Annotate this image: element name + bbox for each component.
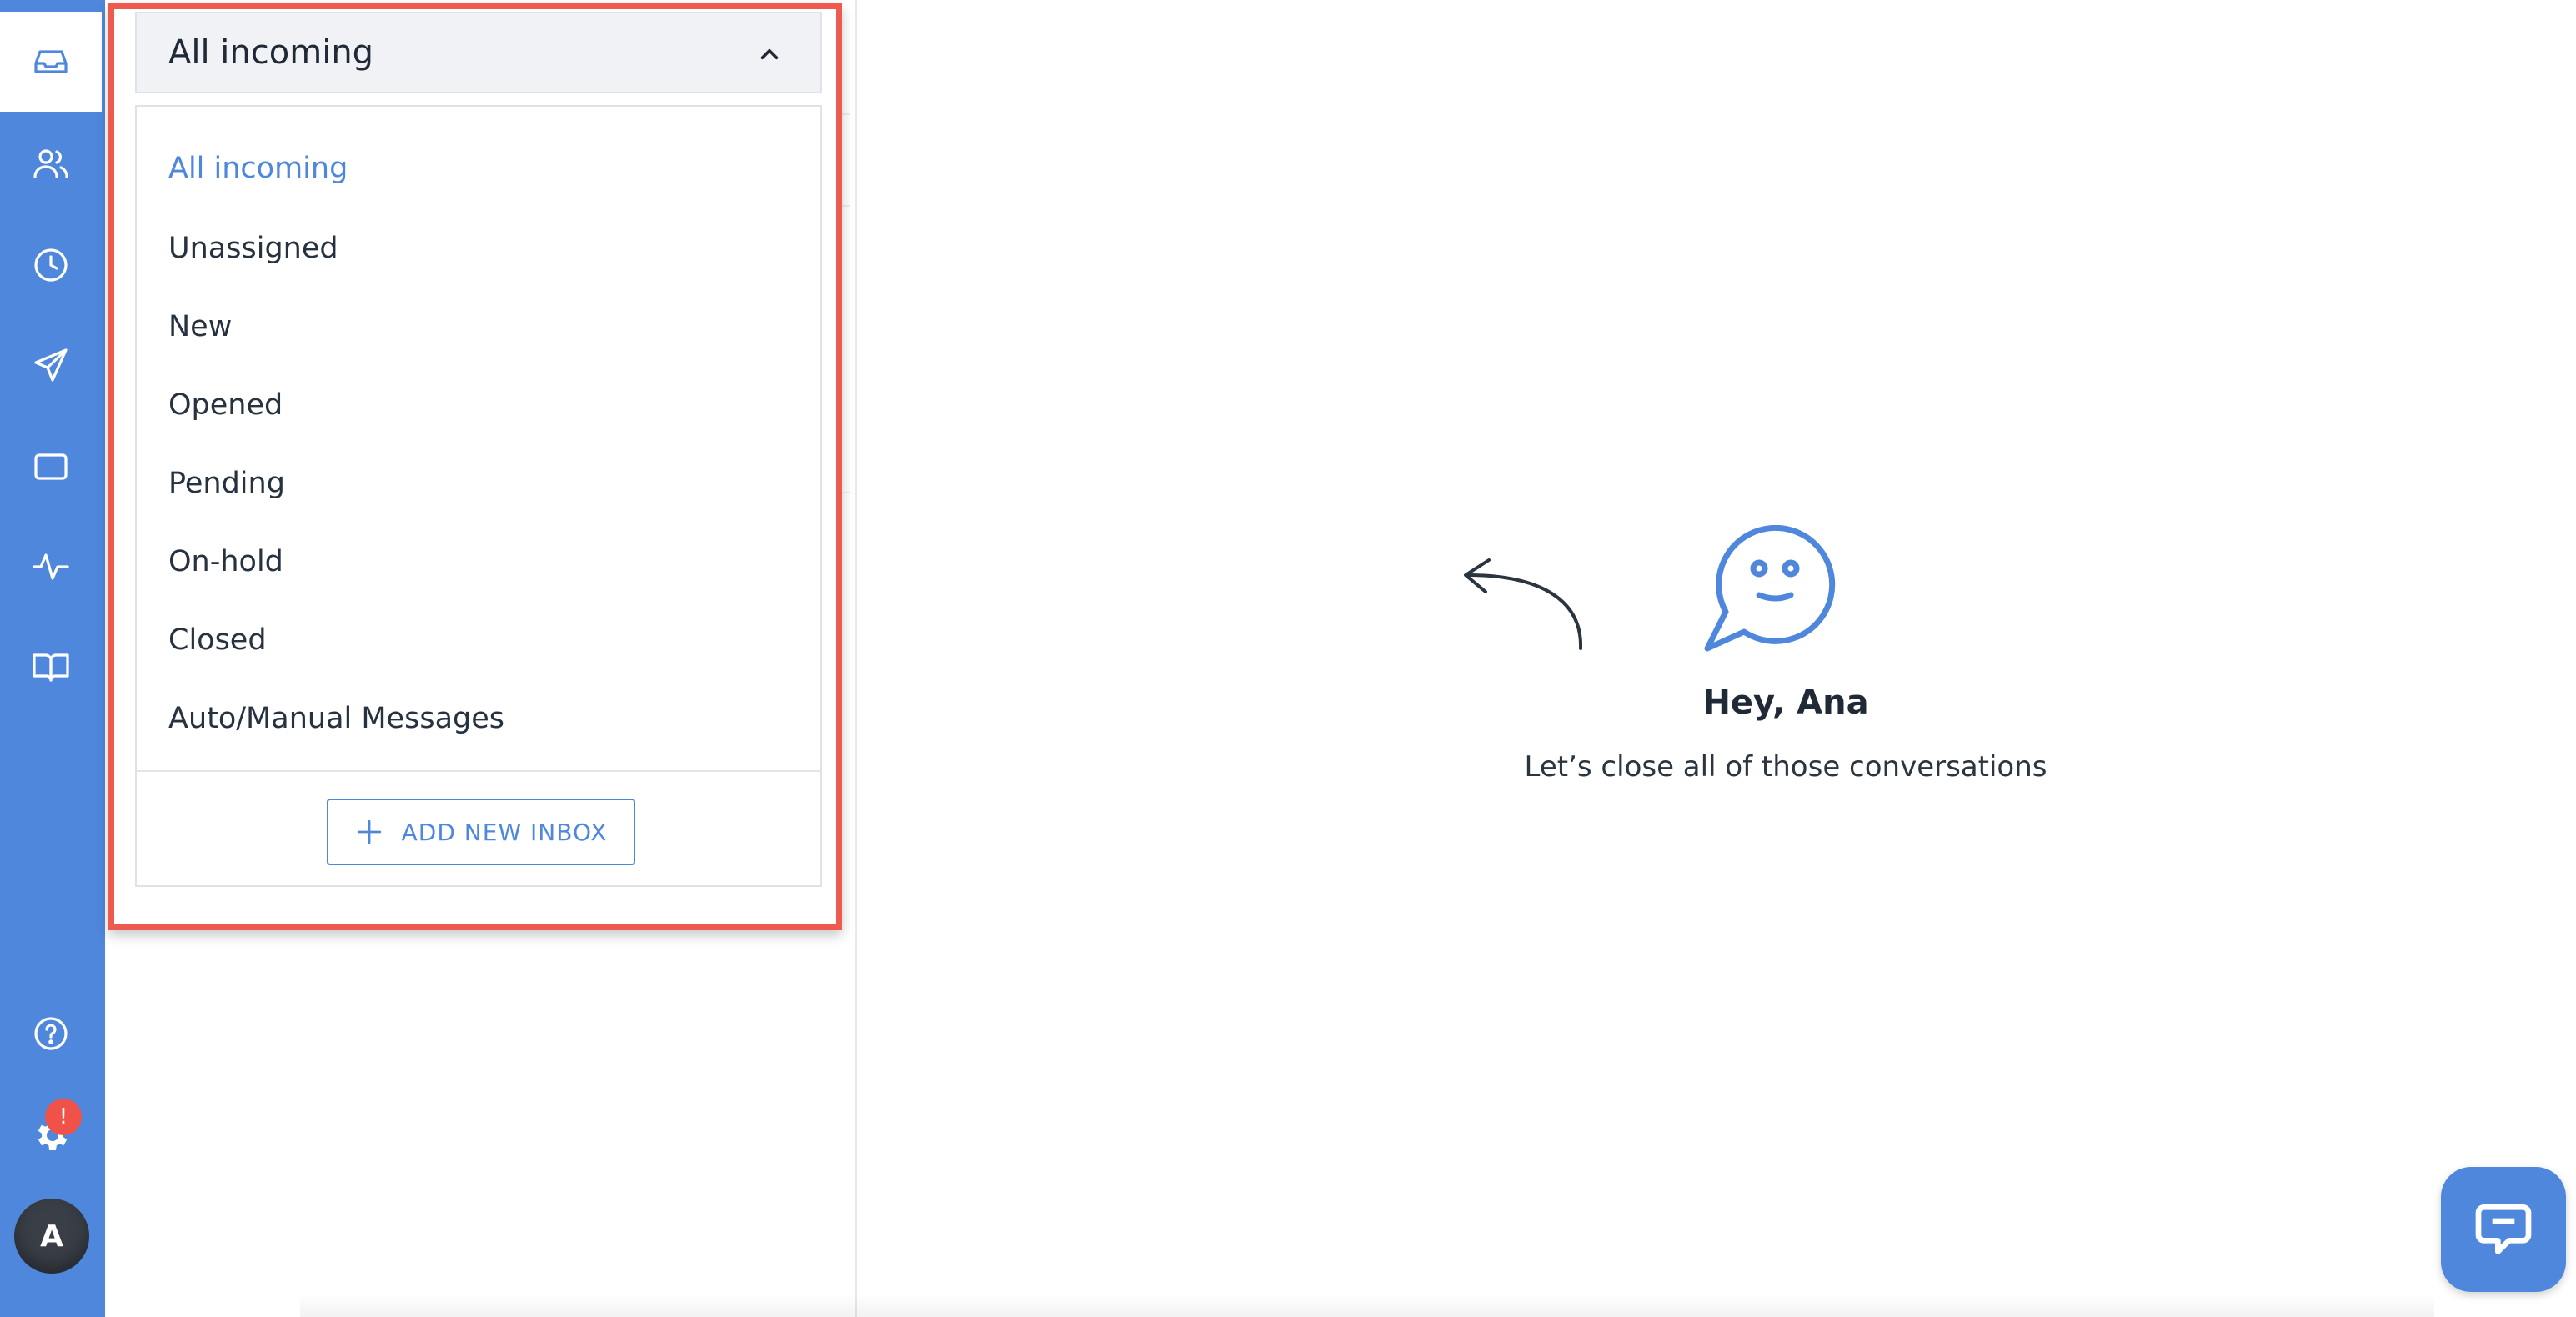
inbox-option-auto-manual-messages[interactable]: Auto/Manual Messages bbox=[168, 694, 504, 744]
inbox-option-unassigned[interactable]: Unassigned bbox=[168, 223, 338, 273]
inbox-dropdown-menu: All incoming Unassigned New Opened Pendi… bbox=[135, 105, 822, 887]
send-icon bbox=[34, 348, 68, 382]
help-icon bbox=[34, 1017, 68, 1050]
curved-arrow-icon bbox=[1464, 558, 1582, 650]
nav-item-widget[interactable] bbox=[0, 417, 102, 517]
inbox-option-opened[interactable]: Opened bbox=[168, 380, 283, 430]
nav-item-campaigns[interactable] bbox=[0, 315, 102, 415]
nav-rail: ! A bbox=[0, 0, 105, 1317]
users-icon bbox=[33, 149, 68, 178]
chevron-up-icon bbox=[760, 48, 779, 60]
window-icon bbox=[34, 453, 68, 480]
inbox-selector[interactable]: All incoming bbox=[135, 12, 822, 93]
dropdown-divider bbox=[137, 770, 820, 772]
clock-icon bbox=[34, 248, 68, 282]
settings-alert-badge: ! bbox=[45, 1099, 82, 1135]
nav-item-knowledge-base[interactable] bbox=[0, 617, 102, 717]
inbox-option-new[interactable]: New bbox=[168, 302, 232, 352]
inbox-option-pending[interactable]: Pending bbox=[168, 458, 285, 508]
add-new-inbox-button[interactable]: ADD NEW INBOX bbox=[327, 799, 635, 865]
nav-item-settings[interactable] bbox=[0, 1085, 102, 1185]
chat-widget-button[interactable] bbox=[2441, 1167, 2566, 1292]
smiley-chat-bubble-icon bbox=[1704, 525, 1836, 652]
inbox-option-on-hold[interactable]: On-hold bbox=[168, 537, 283, 587]
add-new-inbox-label: ADD NEW INBOX bbox=[401, 818, 608, 846]
greeting-message: Let’s close all of those conversations bbox=[1524, 750, 2047, 784]
nav-item-analytics[interactable] bbox=[0, 517, 102, 617]
scroll-shadow bbox=[300, 1294, 2434, 1317]
plus-icon bbox=[357, 819, 381, 844]
book-icon bbox=[33, 653, 69, 682]
nav-item-help[interactable] bbox=[0, 984, 102, 1084]
nav-item-history[interactable] bbox=[0, 215, 102, 315]
inbox-icon bbox=[34, 50, 68, 73]
inbox-option-all-incoming[interactable]: All incoming bbox=[168, 143, 348, 193]
nav-item-inbox[interactable] bbox=[0, 12, 102, 112]
pulse-icon bbox=[33, 553, 69, 580]
greeting-heading: Hey, Ana bbox=[1702, 684, 1869, 722]
chat-icon bbox=[2475, 1204, 2532, 1254]
inbox-selector-label: All incoming bbox=[168, 33, 374, 72]
user-avatar[interactable]: A bbox=[14, 1199, 89, 1274]
nav-item-contacts[interactable] bbox=[0, 113, 102, 213]
inbox-option-closed[interactable]: Closed bbox=[168, 615, 267, 665]
